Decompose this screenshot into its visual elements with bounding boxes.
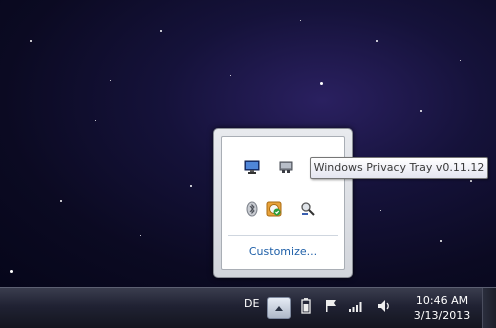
star: [95, 120, 96, 121]
clock-time: 10:46 AM: [415, 294, 469, 307]
chevron-up-icon: [275, 306, 283, 311]
star: [230, 75, 231, 76]
star: [110, 80, 111, 81]
network-monitor-icon[interactable]: [242, 157, 262, 177]
volume-icon[interactable]: [376, 298, 392, 314]
notification-overflow-flyout: Customize...: [213, 128, 353, 278]
star: [190, 185, 192, 187]
star: [10, 270, 13, 273]
star: [60, 200, 62, 202]
star: [160, 30, 162, 32]
tray-icon-tooltip: Windows Privacy Tray v0.11.12: [310, 157, 488, 179]
taskbar: DE 10:46 AM 3/13/2013: [0, 287, 496, 328]
star: [376, 40, 378, 42]
star: [140, 235, 141, 236]
show-hidden-icons-button[interactable]: [267, 297, 291, 319]
star: [460, 60, 461, 61]
clock-date: 3/13/2013: [413, 309, 471, 322]
star: [380, 210, 381, 211]
show-desktop-button[interactable]: [482, 288, 496, 328]
star: [470, 180, 472, 182]
star: [440, 240, 442, 242]
action-center-flag-icon[interactable]: [324, 298, 340, 314]
star: [320, 82, 323, 85]
language-indicator[interactable]: DE: [244, 297, 259, 310]
bluetooth-icon[interactable]: [242, 199, 262, 219]
windows-privacy-tray-icon[interactable]: [298, 199, 318, 219]
star: [30, 40, 32, 42]
flyout-divider: [228, 235, 338, 236]
star: [420, 110, 422, 112]
star: [300, 20, 301, 21]
system-clock[interactable]: 10:46 AM 3/13/2013: [410, 293, 474, 323]
security-shield-icon[interactable]: [264, 199, 284, 219]
network-signal-icon[interactable]: [348, 298, 364, 314]
battery-icon[interactable]: [298, 298, 314, 314]
printer-icon[interactable]: [276, 157, 296, 177]
customize-link[interactable]: Customize...: [222, 245, 344, 258]
